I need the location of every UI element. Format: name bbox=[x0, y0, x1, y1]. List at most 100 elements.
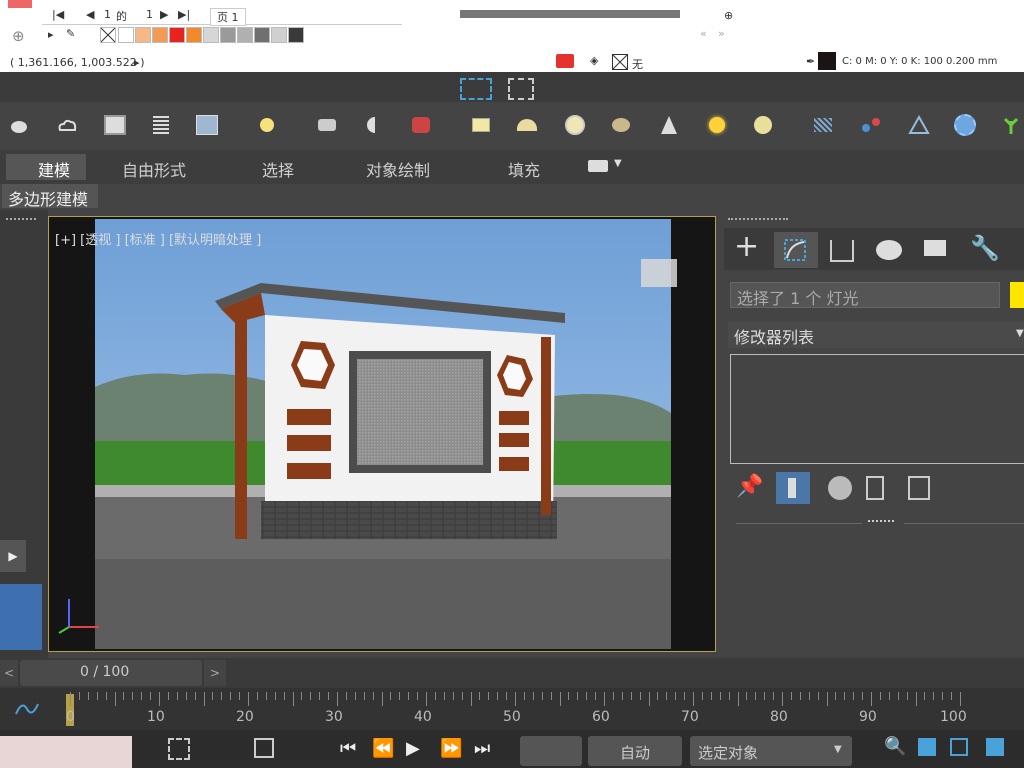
frame-field[interactable] bbox=[520, 736, 582, 766]
motion-tab-icon[interactable] bbox=[876, 240, 902, 260]
add-icon[interactable]: ⊕ bbox=[12, 27, 25, 45]
sun-icon[interactable] bbox=[702, 110, 732, 140]
palette-swatch[interactable] bbox=[169, 27, 185, 43]
palette-swatch[interactable] bbox=[288, 27, 304, 43]
show-end-result-button[interactable] bbox=[776, 472, 810, 504]
prev-key-icon[interactable]: ⏪ bbox=[372, 738, 394, 759]
fill-icon[interactable]: ◈ bbox=[590, 54, 598, 67]
absolute-mode-icon[interactable] bbox=[254, 738, 274, 758]
palette-swatch[interactable] bbox=[135, 27, 151, 43]
pin-stack-icon[interactable]: 📌 bbox=[736, 474, 763, 499]
chevron-down-icon[interactable]: ▼ bbox=[614, 158, 622, 169]
chevron-down-icon[interactable]: ▼ bbox=[834, 744, 842, 755]
image-icon[interactable] bbox=[100, 110, 130, 140]
last-page-icon[interactable]: ▶| bbox=[178, 8, 190, 21]
plant-icon[interactable] bbox=[996, 110, 1024, 140]
palette-swatch[interactable] bbox=[152, 27, 168, 43]
list-icon[interactable] bbox=[146, 110, 176, 140]
cloud-icon[interactable] bbox=[52, 110, 82, 140]
track-bar[interactable]: 0 10 20 30 40 50 60 70 80 90 100 bbox=[0, 688, 1024, 730]
teapot-icon[interactable] bbox=[4, 110, 34, 140]
sphere-object-icon[interactable] bbox=[560, 110, 590, 140]
play-icon[interactable]: ▸ bbox=[134, 56, 140, 69]
modifier-stack[interactable] bbox=[730, 354, 1024, 464]
object-color-swatch[interactable] bbox=[1010, 282, 1024, 308]
tab-freeform[interactable]: 自由形式 bbox=[122, 157, 186, 181]
horizontal-scrollbar[interactable] bbox=[460, 10, 680, 18]
eyedropper-icon[interactable]: ✎ bbox=[66, 27, 75, 40]
prev-page-icon[interactable]: ◀ bbox=[86, 8, 94, 21]
plane-icon[interactable] bbox=[466, 110, 496, 140]
page-tab[interactable]: 页 1 bbox=[210, 8, 246, 26]
palette-swatch[interactable] bbox=[237, 27, 253, 43]
ribbon-options-icon[interactable] bbox=[588, 160, 608, 172]
hemisphere-icon[interactable] bbox=[512, 110, 542, 140]
goto-start-icon[interactable]: ⏮ bbox=[340, 738, 356, 759]
tab-modeling[interactable]: 建模 bbox=[38, 157, 70, 181]
trash-icon[interactable] bbox=[866, 476, 884, 500]
viewport-label[interactable]: [+] [透视 ] [标准 ] [默认明暗处理 ] bbox=[55, 229, 261, 248]
panel-grip-icon[interactable] bbox=[6, 218, 36, 224]
no-color-swatch[interactable] bbox=[100, 27, 116, 43]
time-slider[interactable]: 0 / 100 bbox=[20, 660, 202, 686]
rollout-grip-icon[interactable] bbox=[868, 520, 894, 526]
palette-swatch[interactable] bbox=[220, 27, 236, 43]
next-frame-button[interactable]: > bbox=[204, 660, 226, 686]
scene-explorer-tab[interactable] bbox=[0, 584, 42, 650]
molecule-icon[interactable] bbox=[856, 110, 886, 140]
zoom-extents-icon[interactable] bbox=[950, 738, 968, 756]
palette-swatch[interactable] bbox=[186, 27, 202, 43]
perspective-viewport[interactable]: [+] [透视 ] [标准 ] [默认明暗处理 ] bbox=[48, 216, 716, 652]
palette-swatch[interactable] bbox=[271, 27, 287, 43]
palette-scroll-icon[interactable]: « bbox=[700, 27, 707, 40]
prev-frame-button[interactable]: < bbox=[0, 660, 18, 686]
polygon-modeling-label[interactable]: 多边形建模 bbox=[8, 186, 88, 210]
pyramid-icon[interactable] bbox=[904, 110, 934, 140]
modifier-list-dropdown[interactable]: 修改器列表 ▼ bbox=[728, 322, 1024, 348]
camera-icon[interactable] bbox=[312, 110, 342, 140]
tab-object-paint[interactable]: 对象绘制 bbox=[366, 157, 430, 181]
tab-selection[interactable]: 选择 bbox=[262, 157, 294, 181]
tab-populate[interactable]: 填充 bbox=[508, 157, 540, 181]
play-icon[interactable]: ▶ bbox=[406, 738, 420, 759]
grid-icon[interactable] bbox=[808, 110, 838, 140]
modify-tab-icon[interactable] bbox=[774, 232, 818, 268]
render-icon[interactable] bbox=[360, 110, 390, 140]
panel-grip-icon[interactable] bbox=[728, 218, 788, 224]
selection-lock-icon[interactable] bbox=[168, 738, 190, 760]
auto-key-button[interactable]: 自动 bbox=[588, 736, 682, 766]
zoom-icon[interactable]: ⊕ bbox=[724, 9, 733, 22]
window-crossing-icon[interactable] bbox=[508, 78, 534, 100]
select-region-icon[interactable] bbox=[460, 78, 492, 100]
configure-sets-icon[interactable] bbox=[908, 476, 930, 500]
cone-icon[interactable] bbox=[654, 110, 684, 140]
hierarchy-tab-icon[interactable] bbox=[830, 240, 854, 262]
zoom-all-icon[interactable] bbox=[918, 738, 936, 756]
utilities-tab-icon[interactable]: 🔧 bbox=[970, 234, 1000, 262]
pen-icon[interactable]: ✒ bbox=[806, 55, 815, 68]
palette-swatch[interactable] bbox=[203, 27, 219, 43]
maxscript-listener[interactable] bbox=[0, 736, 132, 768]
light-icon[interactable] bbox=[252, 110, 282, 140]
table-icon[interactable] bbox=[192, 110, 222, 140]
viewcube-icon[interactable] bbox=[641, 259, 677, 287]
selected-object-dropdown[interactable]: 选定对象 ▼ bbox=[690, 736, 852, 766]
make-unique-icon[interactable] bbox=[828, 476, 852, 500]
selection-field[interactable]: 选择了 1 个 灯光 bbox=[730, 282, 1000, 308]
palette-swatch[interactable] bbox=[254, 27, 270, 43]
first-page-icon[interactable]: |◀ bbox=[52, 8, 64, 21]
chevron-down-icon[interactable]: ▼ bbox=[1016, 328, 1024, 339]
display-tab-icon[interactable] bbox=[924, 240, 946, 256]
arrow-right-icon[interactable]: ▸ bbox=[48, 28, 54, 41]
sphere-light-icon[interactable] bbox=[748, 110, 778, 140]
palette-swatch[interactable] bbox=[118, 27, 134, 43]
maximize-viewport-icon[interactable] bbox=[986, 738, 1004, 756]
goto-end-icon[interactable]: ⏭ bbox=[474, 738, 490, 759]
create-tab-icon[interactable]: + bbox=[734, 232, 759, 262]
palette-scroll-icon[interactable]: » bbox=[718, 27, 725, 40]
next-key-icon[interactable]: ⏩ bbox=[440, 738, 462, 759]
next-page-icon[interactable]: ▶ bbox=[160, 8, 168, 21]
screen-icon[interactable] bbox=[556, 54, 574, 68]
render-setup-icon[interactable] bbox=[406, 110, 436, 140]
teapot-object-icon[interactable] bbox=[606, 110, 636, 140]
